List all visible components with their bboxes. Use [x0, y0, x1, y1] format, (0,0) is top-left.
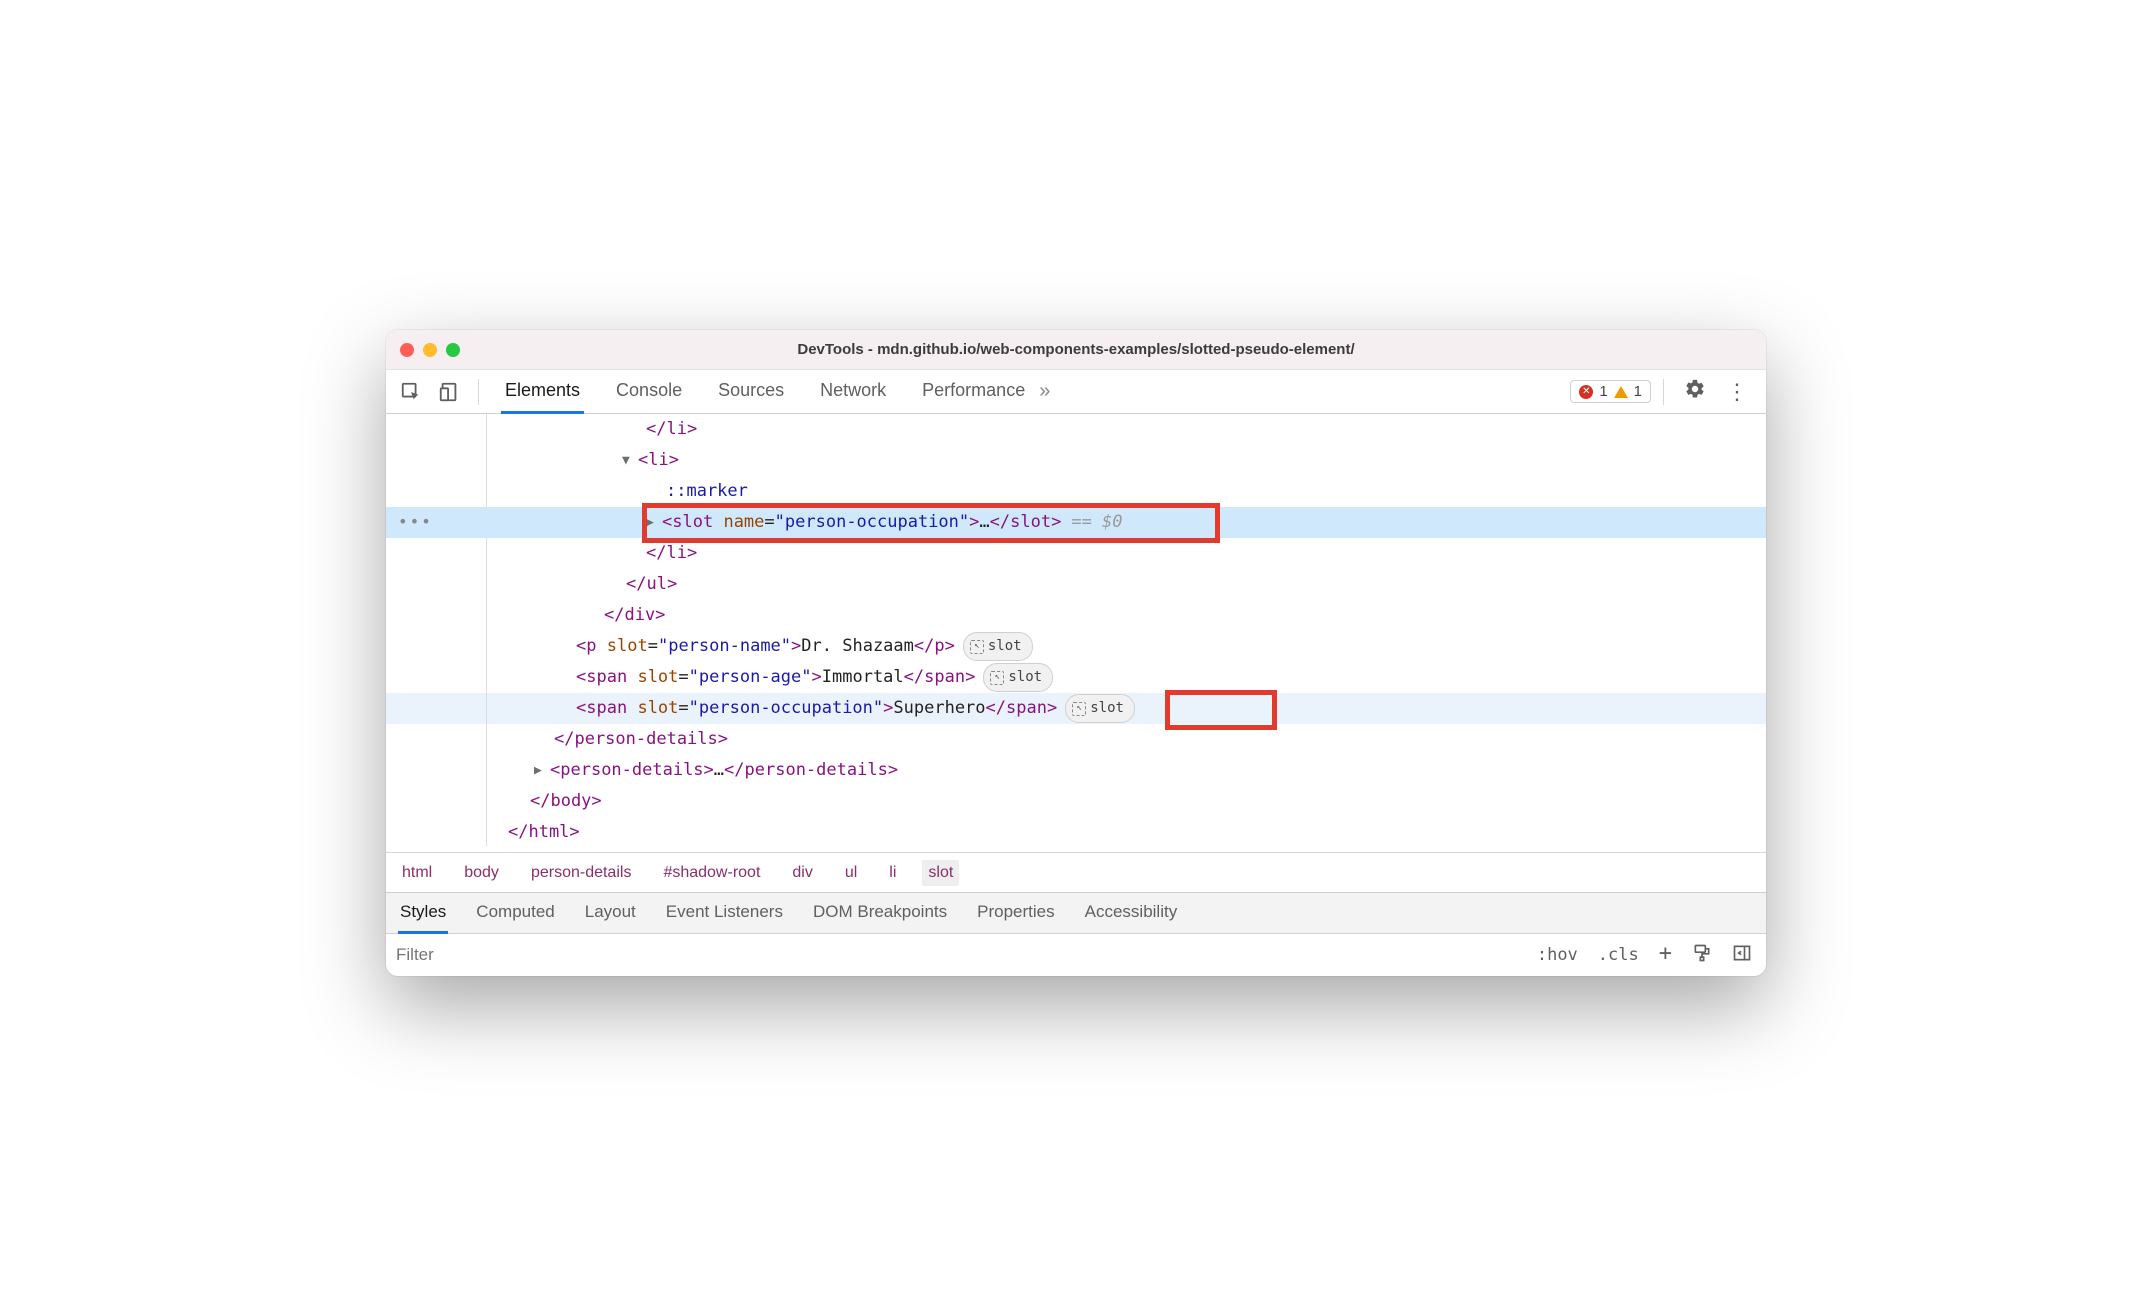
- tab-dom-breakpoints[interactable]: DOM Breakpoints: [811, 892, 949, 934]
- titlebar: DevTools - mdn.github.io/web-components-…: [386, 330, 1766, 370]
- slot-icon: ↖: [970, 640, 984, 654]
- dom-node-div-close[interactable]: </div>: [386, 600, 1766, 631]
- traffic-lights: [400, 343, 460, 357]
- main-toolbar: Elements Console Sources Network Perform…: [386, 370, 1766, 414]
- error-count: 1: [1599, 383, 1607, 400]
- tab-elements[interactable]: Elements: [501, 370, 584, 414]
- crumb-html[interactable]: html: [396, 860, 438, 886]
- styles-filter-bar: :hov .cls +: [386, 934, 1766, 976]
- warning-icon: [1614, 386, 1628, 398]
- devtools-window: DevTools - mdn.github.io/web-components-…: [386, 330, 1766, 976]
- settings-icon[interactable]: [1676, 378, 1714, 405]
- expand-arrow-down-icon[interactable]: ▼: [622, 449, 634, 472]
- expand-arrow-right-icon[interactable]: ▶: [534, 759, 546, 782]
- zoom-window-button[interactable]: [446, 343, 460, 357]
- tab-properties[interactable]: Properties: [975, 892, 1056, 934]
- styles-panel-tabs: Styles Computed Layout Event Listeners D…: [386, 892, 1766, 934]
- dom-tree[interactable]: </li> ▼ <li> ::marker ••• ▶ <slot name="…: [386, 414, 1766, 852]
- dom-node-p-person-name[interactable]: <p slot="person-name">Dr. Shazaam</p> ↖s…: [386, 631, 1766, 662]
- issues-counter[interactable]: ✕ 1 1: [1570, 380, 1651, 403]
- crumb-slot[interactable]: slot: [922, 860, 959, 886]
- dom-node-li-open[interactable]: ▼ <li>: [386, 445, 1766, 476]
- tab-event-listeners[interactable]: Event Listeners: [664, 892, 785, 934]
- tab-layout[interactable]: Layout: [583, 892, 638, 934]
- panel-tabs: Elements Console Sources Network Perform…: [501, 370, 1029, 414]
- dom-node-span-person-age[interactable]: <span slot="person-age">Immortal</span> …: [386, 662, 1766, 693]
- error-icon: ✕: [1579, 385, 1593, 399]
- crumb-div[interactable]: div: [786, 860, 818, 886]
- more-tabs-icon[interactable]: »: [1033, 380, 1056, 403]
- tab-styles[interactable]: Styles: [398, 892, 448, 934]
- paint-icon[interactable]: [1688, 943, 1716, 968]
- toggle-hover-button[interactable]: :hov: [1533, 945, 1582, 965]
- dom-node-person-details-close[interactable]: </person-details>: [386, 724, 1766, 755]
- dom-node-html-close[interactable]: </html>: [386, 817, 1766, 848]
- warning-count: 1: [1634, 383, 1642, 400]
- crumb-li[interactable]: li: [883, 860, 902, 886]
- divider: [478, 379, 479, 405]
- reveal-slot-badge[interactable]: ↖slot: [1065, 694, 1135, 723]
- dom-node-slot-selected[interactable]: ••• ▶ <slot name="person-occupation">…</…: [386, 507, 1766, 538]
- tab-performance[interactable]: Performance: [918, 370, 1029, 414]
- toggle-classes-button[interactable]: .cls: [1594, 945, 1643, 965]
- console-reference: == $0: [1071, 507, 1122, 538]
- dom-node-ul-close[interactable]: </ul>: [386, 569, 1766, 600]
- slot-icon: ↖: [990, 671, 1004, 685]
- tab-sources[interactable]: Sources: [714, 370, 788, 414]
- tab-console[interactable]: Console: [612, 370, 686, 414]
- new-style-rule-button[interactable]: +: [1655, 941, 1676, 966]
- gutter-menu-icon[interactable]: •••: [398, 508, 433, 537]
- expand-arrow-right-icon[interactable]: ▶: [646, 511, 658, 534]
- window-title: DevTools - mdn.github.io/web-components-…: [386, 341, 1766, 358]
- crumb-person-details[interactable]: person-details: [525, 860, 638, 886]
- tab-network[interactable]: Network: [816, 370, 890, 414]
- tab-computed[interactable]: Computed: [474, 892, 556, 934]
- crumb-body[interactable]: body: [458, 860, 505, 886]
- close-window-button[interactable]: [400, 343, 414, 357]
- divider: [1663, 379, 1664, 405]
- styles-filter-input[interactable]: [396, 945, 1521, 965]
- dom-node-marker[interactable]: ::marker: [386, 476, 1766, 507]
- minimize-window-button[interactable]: [423, 343, 437, 357]
- slot-icon: ↖: [1072, 702, 1086, 716]
- reveal-slot-badge[interactable]: ↖slot: [983, 663, 1053, 692]
- dom-node-li-close2[interactable]: </li>: [386, 538, 1766, 569]
- reveal-slot-badge[interactable]: ↖slot: [963, 632, 1033, 661]
- device-toolbar-icon[interactable]: [432, 377, 466, 407]
- dom-node-li-close[interactable]: </li>: [386, 414, 1766, 445]
- dom-node-person-details-collapsed[interactable]: ▶ <person-details>…</person-details>: [386, 755, 1766, 786]
- tab-accessibility[interactable]: Accessibility: [1083, 892, 1180, 934]
- toggle-sidebar-icon[interactable]: [1728, 943, 1756, 968]
- inspect-element-icon[interactable]: [394, 377, 428, 407]
- dom-node-span-person-occupation[interactable]: <span slot="person-occupation">Superhero…: [386, 693, 1766, 724]
- crumb-ul[interactable]: ul: [839, 860, 863, 886]
- breadcrumb: html body person-details #shadow-root di…: [386, 852, 1766, 892]
- more-options-icon[interactable]: ⋮: [1718, 379, 1758, 405]
- dom-node-body-close[interactable]: </body>: [386, 786, 1766, 817]
- crumb-shadow-root[interactable]: #shadow-root: [657, 860, 766, 886]
